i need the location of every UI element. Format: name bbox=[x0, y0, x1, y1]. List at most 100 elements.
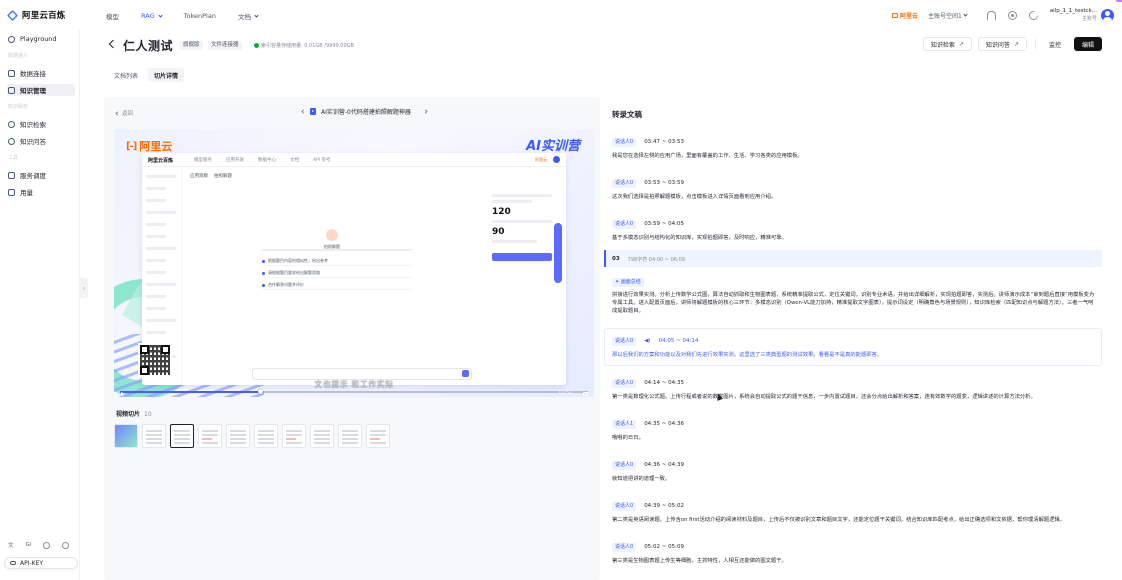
thumbnail-line bbox=[370, 442, 386, 444]
aliyun-brand-link[interactable]: 阿里云 bbox=[891, 11, 918, 20]
file-name: AI实训营-0代码搭建拍照解题神器 bbox=[321, 109, 411, 116]
sidebar-item-knowledge-qa[interactable]: 知识问答 bbox=[7, 135, 75, 147]
clip-thumbnail[interactable] bbox=[226, 424, 250, 448]
clip-thumbnail[interactable] bbox=[198, 424, 222, 448]
chevron-down-icon bbox=[158, 12, 163, 18]
workspace-switcher[interactable]: 主账号空间1 bbox=[928, 11, 968, 20]
video-brand-logo: [-] 阿里云 bbox=[126, 140, 173, 153]
frame-topbar: 阿里云百炼 模型服务 应用开发 数据中心 文档 API 参考 阿里云 bbox=[142, 153, 566, 167]
next-file-icon[interactable] bbox=[423, 109, 428, 114]
sidebar-item-playground[interactable]: Playground bbox=[7, 33, 75, 45]
user-info[interactable]: ailp_1_1_testck... 主账号 bbox=[1050, 8, 1097, 22]
transcript-segment[interactable]: 说话人0 03:59 ~ 04:05 基于多模态识别与结构化的知识库，实现拍题即答… bbox=[604, 219, 1102, 245]
prev-file-icon[interactable] bbox=[301, 109, 306, 114]
frame-right: 阿里云 bbox=[535, 156, 560, 163]
chevron-left-icon bbox=[115, 110, 120, 116]
api-key-button[interactable]: API-KEY bbox=[4, 557, 78, 569]
header-actions: 知识检索 ↗ 知识问答 ↗ 监控 编辑 bbox=[917, 37, 1102, 51]
segment-text: 第一类是数理化公式题。上传行程或者说的数学图片，系统会自动提取公式的题干信息，一… bbox=[612, 394, 1036, 400]
transcript-segment[interactable]: 说话人0 03:53 ~ 03:59 这次我们选择是拍照解题模板，点击模板进入详情… bbox=[604, 178, 1102, 204]
frame-stat: 90 bbox=[492, 227, 505, 237]
sidebar-group-label: 工具 bbox=[8, 155, 19, 161]
fullscreen-icon[interactable] bbox=[583, 392, 588, 396]
clip-thumbnail[interactable] bbox=[338, 424, 362, 448]
api-key-label: API-KEY bbox=[20, 559, 44, 567]
transcript-segment[interactable]: 说话人0 05:02 ~ 05:09 第三类是生物图表题上传生等细胞，主抓特性，人… bbox=[604, 542, 1102, 568]
sidebar-collapse-toggle[interactable]: ‹ bbox=[80, 278, 88, 298]
video-subtitle: 文也提示 和工作实际 bbox=[314, 380, 394, 389]
speaker-tag: 说话人0 bbox=[612, 219, 637, 229]
clips-title: 视频切片 10 bbox=[116, 409, 152, 418]
clip-thumbnail[interactable] bbox=[282, 424, 306, 448]
thumbnail-line bbox=[146, 442, 162, 444]
settings-icon[interactable] bbox=[43, 541, 51, 549]
transcript-segment[interactable]: 说话人0 03:47 ~ 03:53 我是您在选择左侧的应用广场，里面有覆盖的工作… bbox=[604, 137, 1102, 163]
knowledge-retrieve-button[interactable]: 知识检索 ↗ bbox=[922, 37, 972, 51]
sidebar-item-data-connect[interactable]: 数据连接 bbox=[7, 67, 75, 79]
theme-toggle-icon[interactable] bbox=[1028, 10, 1038, 20]
transcript-segment[interactable]: 说话人0 04:39 ~ 05:02 第二类是英语阅读题。上传含on first活… bbox=[604, 501, 1102, 527]
back-link[interactable]: 返回 bbox=[115, 109, 133, 117]
sidebar-item-knowledge-manage[interactable]: 知识管理 bbox=[7, 84, 75, 96]
button-label: 监控 bbox=[1048, 41, 1061, 49]
language-icon[interactable]: 文 bbox=[8, 541, 14, 549]
segment-time: 05:02 ~ 05:09 bbox=[644, 544, 684, 550]
video-brand-text: 阿里云 bbox=[139, 140, 173, 153]
avatar[interactable] bbox=[1101, 8, 1114, 22]
clip-thumbnail[interactable] bbox=[254, 424, 278, 448]
back-icon[interactable] bbox=[108, 39, 118, 49]
user-name: ailp_1_1_testck... bbox=[1049, 8, 1097, 14]
qr-corner bbox=[140, 345, 149, 354]
sidebar-item-knowledge-retrieve[interactable]: 知识检索 bbox=[7, 118, 75, 130]
page-header: 仁人测试 旗舰版 文件连接器 索引容量存储用量: 0.01GB /9999.00… bbox=[104, 36, 1102, 56]
monitor-button[interactable]: 监控 bbox=[1041, 37, 1068, 51]
frame-button bbox=[492, 253, 552, 261]
active-section-header[interactable]: 03 798字符 04:00 ~ 06:09 bbox=[604, 250, 1102, 267]
sidebar-item-label: 服务调度 bbox=[20, 172, 46, 180]
transcript-segment[interactable]: 说话人0 ◀) 04:05 ~ 04:14 那以后我们的方案和功能以及对我们先进行效… bbox=[604, 336, 1102, 362]
clip-thumbnail[interactable] bbox=[366, 424, 390, 448]
clip-thumbnail[interactable] bbox=[170, 424, 194, 448]
top-nav-item-2[interactable]: TokenPlan bbox=[184, 11, 216, 21]
frame-sidebar-line bbox=[146, 187, 166, 190]
qa-icon bbox=[8, 137, 15, 145]
button-label: 编辑 bbox=[1081, 41, 1094, 49]
sidebar: Playground 数据接入 数据连接 知识管理 知识服务 知识检索 知识问答… bbox=[0, 30, 80, 580]
segment-header: 说话人0 03:59 ~ 04:05 bbox=[612, 219, 684, 229]
help-icon[interactable] bbox=[62, 541, 70, 549]
transcript-segment[interactable]: 说话人0 04:14 ~ 04:35 第一类是数理化公式题。上传行程或者说的数学图… bbox=[604, 378, 1102, 404]
sidebar-group-label: 知识服务 bbox=[8, 104, 29, 110]
chevron-down-icon bbox=[963, 11, 968, 17]
edit-button[interactable]: 编辑 bbox=[1073, 37, 1102, 51]
headset-icon[interactable] bbox=[986, 10, 996, 20]
clip-thumbnail[interactable] bbox=[114, 424, 138, 448]
sidebar-item-label: 知识问答 bbox=[20, 138, 46, 146]
tab-document-list[interactable]: 文档列表 bbox=[108, 68, 144, 82]
chart-icon bbox=[8, 188, 15, 196]
transcript-segment[interactable]: 说话人1 04:35 ~ 04:36 哦哦的日日。 bbox=[604, 419, 1102, 445]
transcript-segment[interactable]: 说话人0 04:36 ~ 04:39 就知道把讲的道理一致。 bbox=[604, 460, 1102, 486]
top-nav-item-0[interactable]: 模型 bbox=[106, 11, 119, 21]
top-nav-item-1[interactable]: RAG bbox=[141, 11, 163, 21]
frame-avatar bbox=[553, 156, 560, 163]
top-bar: 阿里云百炼 模型 RAG TokenPlan 文档 阿里云 主账号空间1 ailp_1… bbox=[0, 0, 1122, 30]
sidebar-bottom-icons: 文 Gi bbox=[8, 541, 70, 549]
clip-thumbnail[interactable] bbox=[142, 424, 166, 448]
tab-slice-detail[interactable]: 切片详情 bbox=[148, 68, 185, 82]
play-small-icon[interactable]: ◀) bbox=[644, 338, 650, 344]
knowledge-qa-button[interactable]: 知识问答 ↗ bbox=[977, 37, 1027, 51]
frame-bar bbox=[492, 200, 532, 203]
play-icon[interactable] bbox=[121, 392, 125, 396]
top-nav-item-3[interactable]: 文档 bbox=[238, 11, 259, 21]
sidebar-item-service[interactable]: 服务调度 bbox=[7, 169, 75, 181]
video-player[interactable]: [-] 阿里云 AI实训营 阿里云百炼 模型服务 应用开发 数据中心 文档 API 参考 … bbox=[114, 129, 594, 397]
qr-corner bbox=[140, 366, 149, 375]
gear-icon[interactable] bbox=[1007, 10, 1017, 20]
sidebar-item-usage[interactable]: 用量 bbox=[7, 186, 75, 198]
segment-text: 那以后我们的方案和功能以及对我们先进行效果实测。这里选了三类典型题的测试效果。看… bbox=[612, 352, 883, 358]
speaker-tag: 说话人0 bbox=[612, 542, 637, 552]
app-logo[interactable]: 阿里云百炼 bbox=[6, 9, 66, 21]
clip-thumbnail[interactable] bbox=[310, 424, 334, 448]
github-icon[interactable]: Gi bbox=[26, 542, 32, 548]
frame-nav-item: 应用开发 bbox=[226, 158, 244, 163]
